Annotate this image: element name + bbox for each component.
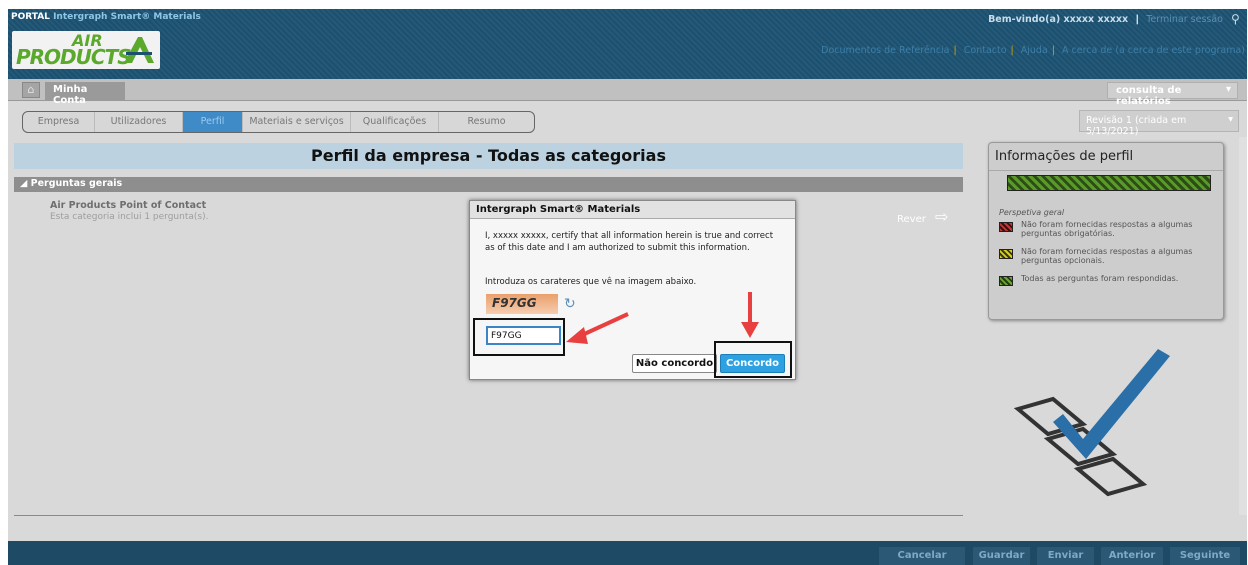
legend-title: Perspetiva geral: [999, 208, 1065, 217]
review-link[interactable]: Rever ⇨: [897, 207, 948, 226]
portal-prefix: PORTAL: [11, 12, 50, 22]
link-help[interactable]: Ajuda: [1021, 45, 1048, 56]
accept-highlight-box: [714, 341, 792, 378]
red-status-icon: [999, 222, 1013, 232]
legend-item-complete: Todas as perguntas foram respondidas.: [999, 274, 1214, 286]
top-links: Documentos de Referência | Contacto | Ajud…: [821, 45, 1245, 56]
dialog-title: Intergraph Smart® Materials: [470, 201, 795, 219]
collapse-icon: ◢: [20, 178, 28, 189]
legend-item-mandatory: Não foram fornecidas respostas a algumas…: [999, 220, 1214, 238]
previous-button[interactable]: Anterior: [1101, 547, 1163, 565]
submit-button[interactable]: Enviar: [1037, 547, 1094, 565]
cancel-registration-button[interactable]: Cancelar registo: [879, 547, 965, 565]
reports-dropdown[interactable]: consulta de relatórios ▾: [1107, 82, 1238, 107]
step-summary[interactable]: Resumo: [439, 112, 534, 132]
legend-text: Todas as perguntas foram respondidas.: [1021, 274, 1179, 283]
portal-title: PORTAL Intergraph Smart® Materials: [11, 12, 201, 22]
input-highlight-box: [473, 318, 565, 356]
top-header: PORTAL Intergraph Smart® Materials AIR P…: [8, 9, 1247, 79]
step-users[interactable]: Utilizadores: [95, 112, 183, 132]
legend-text: Não foram fornecidas respostas a algumas…: [1021, 220, 1193, 238]
logout-link[interactable]: Terminar sessão: [1146, 14, 1223, 25]
review-label: Rever: [897, 214, 926, 225]
green-status-icon: [999, 276, 1013, 286]
chevron-down-icon: ▾: [1225, 84, 1231, 95]
refresh-captcha-icon[interactable]: ↻: [564, 296, 576, 312]
arrow-right-icon: ⇨: [935, 207, 949, 226]
link-about[interactable]: A cerca de (a cerca de este programa): [1062, 45, 1245, 56]
step-materials-services[interactable]: Materiais e serviços: [243, 112, 351, 132]
certification-statement: I, xxxxx xxxxx, certify that all informa…: [485, 231, 774, 253]
section-title: Perguntas gerais: [30, 178, 123, 189]
panel-title: Informações de perfil: [989, 143, 1223, 171]
link-reference-docs[interactable]: Documentos de Referência: [821, 45, 949, 56]
step-profile[interactable]: Perfil: [183, 112, 243, 132]
welcome-text: Bem-vindo(a) xxxxx xxxxx: [988, 14, 1129, 25]
legend-item-optional: Não foram fornecidas respostas a algumas…: [999, 247, 1214, 265]
page-title: Perfil da empresa - Todas as categorias: [14, 143, 963, 169]
tab-my-account[interactable]: Minha Conta: [45, 82, 125, 106]
next-button[interactable]: Seguinte: [1170, 547, 1240, 565]
logo-products-text: PRODUCTS: [16, 45, 132, 69]
portal-name: Intergraph Smart® Materials: [53, 12, 201, 22]
link-contact[interactable]: Contacto: [964, 45, 1007, 56]
revision-label: Revisão 1 (criada em 5/13/2021): [1086, 115, 1187, 137]
reports-label: consulta de relatórios: [1116, 85, 1182, 107]
profile-info-panel: Informações de perfil Perspetiva geral N…: [988, 142, 1224, 320]
section-header[interactable]: ◢ Perguntas gerais: [14, 177, 963, 192]
profile-progress-bar: [1007, 175, 1211, 191]
question-title[interactable]: Air Products Point of Contact: [50, 200, 206, 211]
company-logo: AIR PRODUCTS: [12, 31, 160, 69]
language-icon[interactable]: ⚲: [1231, 12, 1245, 26]
wizard-steps: Empresa Utilizadores Perfil Materiais e …: [22, 111, 535, 133]
divider: [14, 515, 963, 516]
chevron-down-icon: ▾: [1228, 114, 1233, 125]
revision-select[interactable]: Revisão 1 (criada em 5/13/2021) ▾: [1079, 110, 1239, 137]
question-subtitle: Esta categoria inclui 1 pergunta(s).: [50, 212, 209, 222]
menu-bar: ⌂ Minha Conta consulta de relatórios ▾: [8, 79, 1247, 107]
home-icon[interactable]: ⌂: [22, 82, 40, 98]
legend-text: Não foram fornecidas respostas a algumas…: [1021, 247, 1193, 265]
step-qualifications[interactable]: Qualificações: [351, 112, 439, 132]
yellow-status-icon: [999, 249, 1013, 259]
decline-button[interactable]: Não concordo: [632, 354, 717, 373]
welcome-area: Bem-vindo(a) xxxxx xxxxx | Terminar sess…: [988, 14, 1223, 25]
step-company[interactable]: Empresa: [23, 112, 95, 132]
captcha-instruction: Introduza os carateres que vê na imagem …: [485, 277, 697, 287]
checklist-illustration-icon: [1013, 349, 1170, 497]
save-button[interactable]: Guardar: [973, 547, 1030, 565]
vertical-scrollbar[interactable]: [1239, 137, 1247, 515]
captcha-image: F97GG: [486, 294, 558, 314]
logo-mark-icon: [124, 37, 154, 63]
